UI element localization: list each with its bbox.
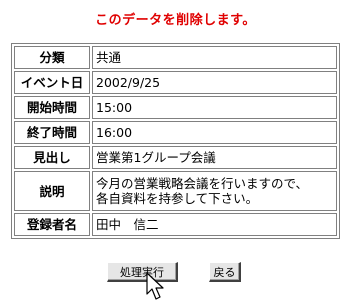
description-label: 説明 (14, 171, 90, 211)
registrant-label: 登録者名 (14, 213, 90, 236)
table-row-start-time: 開始時間 15:00 (14, 96, 337, 119)
start-time-label: 開始時間 (14, 96, 90, 119)
end-time-value: 16:00 (92, 121, 337, 144)
table-row-description: 説明 今月の営業戦略会議を行いますので、 各自資料を持参して下さい。 (14, 171, 337, 211)
headline-label: 見出し (14, 146, 90, 169)
table-row-headline: 見出し 営業第1グループ会議 (14, 146, 337, 169)
headline-value: 営業第1グループ会議 (92, 146, 337, 169)
event-detail-table: 分類 共通 イベント日 2002/9/25 開始時間 15:00 終了時間 16… (11, 43, 340, 239)
description-line-1: 今月の営業戦略会議を行いますので、 (96, 176, 309, 191)
table-row-event-date: イベント日 2002/9/25 (14, 71, 337, 94)
event-date-value: 2002/9/25 (92, 71, 337, 94)
description-value: 今月の営業戦略会議を行いますので、 各自資料を持参して下さい。 (92, 171, 337, 211)
pointer-cursor-icon (146, 272, 164, 300)
back-button[interactable]: 戻る (209, 262, 241, 282)
category-value: 共通 (92, 46, 337, 69)
end-time-label: 終了時間 (14, 121, 90, 144)
table-row-category: 分類 共通 (14, 46, 337, 69)
event-date-label: イベント日 (14, 71, 90, 94)
delete-confirmation-message: このデータを削除します。 (95, 13, 256, 28)
start-time-value: 15:00 (92, 96, 337, 119)
table-row-end-time: 終了時間 16:00 (14, 121, 337, 144)
process-button[interactable]: 処理実行 (107, 262, 178, 282)
table-row-registrant: 登録者名 田中 信二 (14, 213, 337, 236)
registrant-value: 田中 信二 (92, 213, 337, 236)
category-label: 分類 (14, 46, 90, 69)
description-line-2: 各自資料を持参して下さい。 (96, 191, 259, 206)
